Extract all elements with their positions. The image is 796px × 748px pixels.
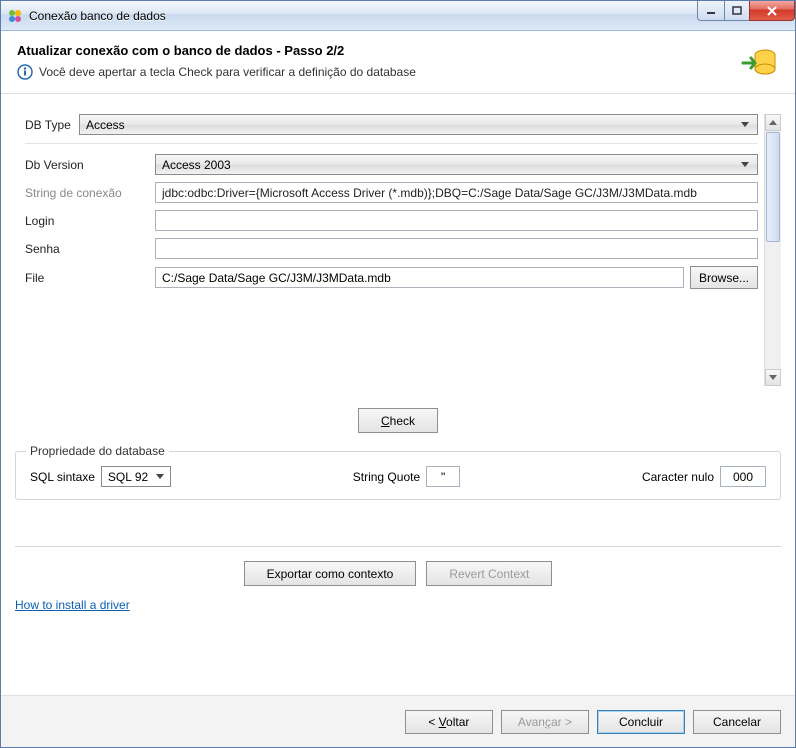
scroll-thumb[interactable]	[766, 132, 780, 242]
wizard-footer: < Voltar Avançar > Concluir Cancelar	[1, 695, 795, 747]
database-properties-group: Propriedade do database SQL sintaxe SQL …	[15, 451, 781, 500]
db-type-select[interactable]: Access	[79, 114, 758, 135]
chevron-down-icon	[737, 122, 753, 128]
header-message: Você deve apertar a tecla Check para ver…	[39, 65, 416, 79]
login-input[interactable]	[155, 210, 758, 231]
header-message-row: Você deve apertar a tecla Check para ver…	[17, 64, 739, 80]
label-file: File	[25, 271, 155, 285]
row-senha: Senha	[25, 238, 758, 259]
vertical-scrollbar[interactable]	[764, 114, 781, 386]
label-string-quote: String Quote	[353, 470, 420, 484]
row-login: Login	[25, 210, 758, 231]
chevron-down-icon	[152, 474, 168, 480]
db-type-value: Access	[86, 118, 737, 132]
label-db-type: DB Type	[25, 118, 79, 132]
null-char-chunk: Caracter nulo	[642, 466, 766, 487]
scroll-up-arrow-icon[interactable]	[765, 114, 781, 131]
help-link-row: How to install a driver	[15, 598, 781, 612]
null-char-input[interactable]	[720, 466, 766, 487]
info-icon	[17, 64, 33, 80]
titlebar[interactable]: Conexão banco de dados	[1, 1, 795, 31]
finish-button[interactable]: Concluir	[597, 710, 685, 734]
sql-syntax-select[interactable]: SQL 92	[101, 466, 171, 487]
context-button-row: Exportar como contexto Revert Context	[15, 561, 781, 586]
file-input[interactable]	[155, 267, 684, 288]
row-conn-string: String de conexão	[25, 182, 758, 203]
export-context-button[interactable]: Exportar como contexto	[244, 561, 417, 586]
group-title: Propriedade do database	[26, 444, 169, 458]
label-null-char: Caracter nulo	[642, 470, 714, 484]
db-version-select[interactable]: Access 2003	[155, 154, 758, 175]
check-row: Check	[15, 408, 781, 433]
row-db-version: Db Version Access 2003	[25, 154, 758, 175]
conn-string-input[interactable]	[155, 182, 758, 203]
sql-syntax-chunk: SQL sintaxe SQL 92	[30, 466, 171, 487]
label-senha: Senha	[25, 242, 155, 256]
wizard-header: Atualizar conexão com o banco de dados -…	[1, 31, 795, 94]
cancel-button[interactable]: Cancelar	[693, 710, 781, 734]
check-button[interactable]: Check	[358, 408, 438, 433]
page-title: Atualizar conexão com o banco de dados -…	[17, 43, 739, 58]
label-login: Login	[25, 214, 155, 228]
senha-input[interactable]	[155, 238, 758, 259]
dialog-window: Conexão banco de dados Atualizar conexão…	[0, 0, 796, 748]
minimize-button[interactable]	[697, 1, 725, 21]
window-title: Conexão banco de dados	[29, 9, 698, 23]
string-quote-input[interactable]	[426, 466, 460, 487]
row-db-type: DB Type Access	[25, 114, 758, 144]
app-icon	[7, 8, 23, 24]
revert-context-button: Revert Context	[426, 561, 552, 586]
database-icon	[739, 43, 779, 83]
scroll-down-arrow-icon[interactable]	[765, 369, 781, 386]
window-buttons	[698, 1, 795, 21]
label-sql-syntax: SQL sintaxe	[30, 470, 95, 484]
back-button[interactable]: < Voltar	[405, 710, 493, 734]
next-button: Avançar >	[501, 710, 589, 734]
form-scroll-panel: DB Type Access Db Version Access 2003	[15, 114, 781, 386]
row-file: File Browse...	[25, 266, 758, 289]
chevron-down-icon	[737, 162, 753, 168]
browse-button[interactable]: Browse...	[690, 266, 758, 289]
db-version-value: Access 2003	[162, 158, 737, 172]
close-button[interactable]	[749, 1, 795, 21]
content-area: DB Type Access Db Version Access 2003	[1, 94, 795, 695]
label-conn-string: String de conexão	[25, 186, 155, 200]
label-db-version: Db Version	[25, 158, 155, 172]
sql-syntax-value: SQL 92	[108, 470, 152, 484]
maximize-button[interactable]	[724, 1, 750, 21]
string-quote-chunk: String Quote	[353, 466, 460, 487]
howto-link[interactable]: How to install a driver	[15, 598, 130, 612]
